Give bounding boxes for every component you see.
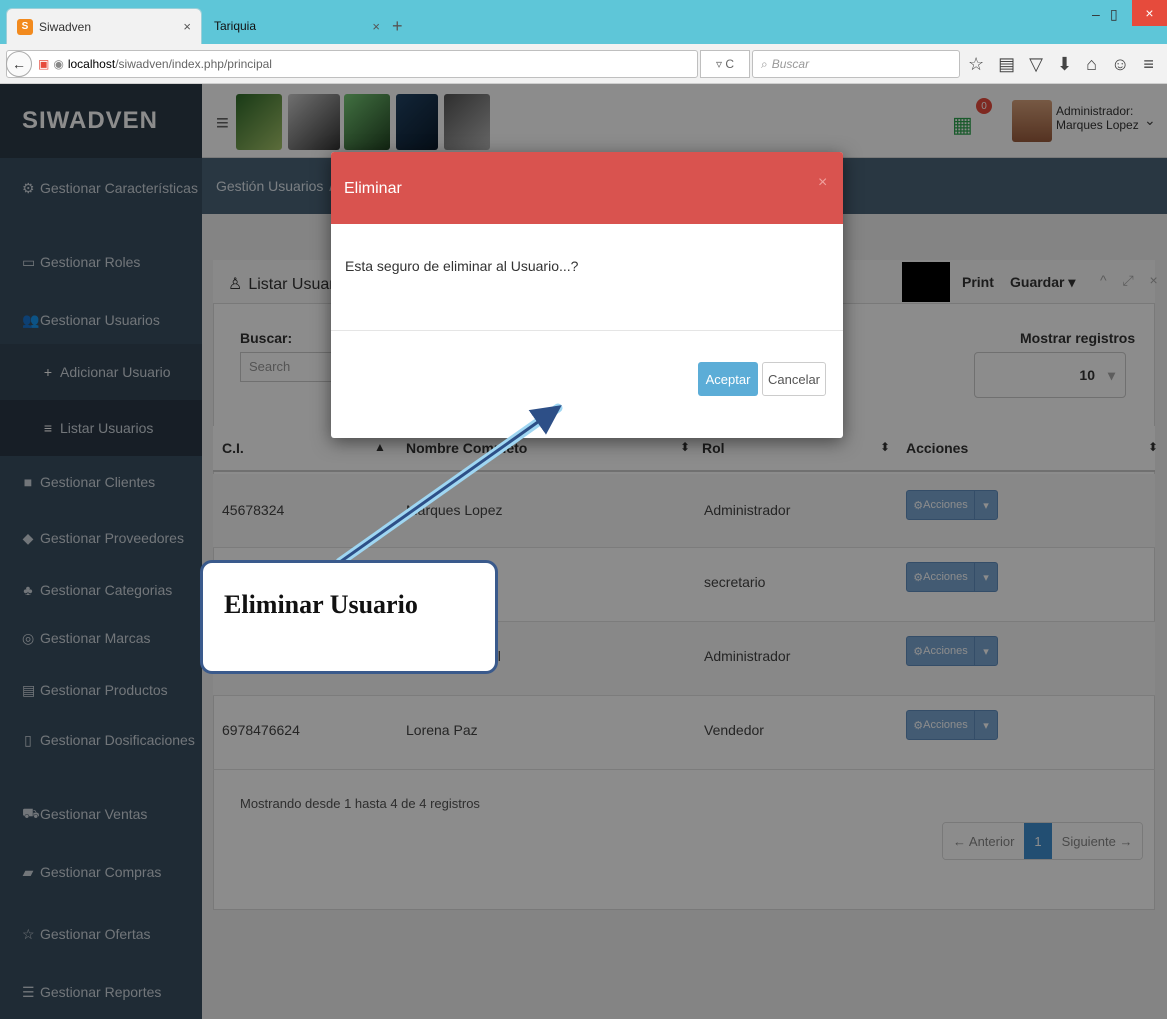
globe-icon: ◉ xyxy=(53,57,64,71)
window-close-button[interactable]: × xyxy=(1132,0,1167,26)
menu-icon[interactable]: ≡ xyxy=(1143,54,1154,75)
browser-toolbar-icons: ☆ ▤ ▽ ⬇ ⌂ ☺ ≡ xyxy=(968,54,1154,75)
modal-header xyxy=(331,152,843,224)
maximize-icon[interactable]: ▯ xyxy=(1110,6,1118,23)
pocket-icon[interactable]: ▽ xyxy=(1029,54,1043,75)
browser-search-box[interactable]: ⌕ Buscar xyxy=(752,50,960,78)
clipboard-icon[interactable]: ▤ xyxy=(998,54,1015,75)
tab-close-icon[interactable]: × xyxy=(183,19,191,34)
address-bar[interactable]: ← ▣ ◉ localhost /siwadven/index.php/prin… xyxy=(6,50,698,78)
download-icon[interactable]: ⬇ xyxy=(1057,54,1072,75)
lock-icon: ▣ xyxy=(38,57,50,71)
back-arrow-icon[interactable]: ← xyxy=(6,51,32,77)
close-icon[interactable]: × xyxy=(818,174,827,192)
browser-search-placeholder: Buscar xyxy=(771,57,810,71)
tab-title: Siwadven xyxy=(39,19,92,34)
modal-message: Esta seguro de eliminar al Usuario...? xyxy=(345,258,579,274)
annotation-text: Eliminar Usuario xyxy=(224,590,418,619)
home-icon[interactable]: ⌂ xyxy=(1086,54,1097,75)
url-path: /siwadven/index.php/principal xyxy=(115,57,272,71)
tab-title: Tariquia xyxy=(214,19,257,33)
browser-tab-tariquia[interactable]: Tariquia × xyxy=(204,8,390,44)
browser-tab-siwadven[interactable]: S Siwadven × xyxy=(6,8,202,44)
cancelar-button[interactable]: Cancelar xyxy=(762,362,826,396)
reload-button[interactable]: ▿ C xyxy=(700,50,750,78)
modal-footer-divider xyxy=(331,330,843,331)
modal-title: Eliminar xyxy=(344,180,402,197)
aceptar-button[interactable]: Aceptar xyxy=(698,362,758,396)
smiley-icon[interactable]: ☺ xyxy=(1111,54,1129,75)
url-host: localhost xyxy=(67,57,116,71)
tab-close-icon[interactable]: × xyxy=(372,19,380,34)
magnifier-icon: ⌕ xyxy=(761,56,768,71)
bookmark-star-icon[interactable]: ☆ xyxy=(968,54,984,75)
minimize-icon[interactable]: – xyxy=(1092,6,1100,22)
site-favicon-icon: S xyxy=(17,18,33,35)
new-tab-button[interactable]: + xyxy=(392,16,403,37)
